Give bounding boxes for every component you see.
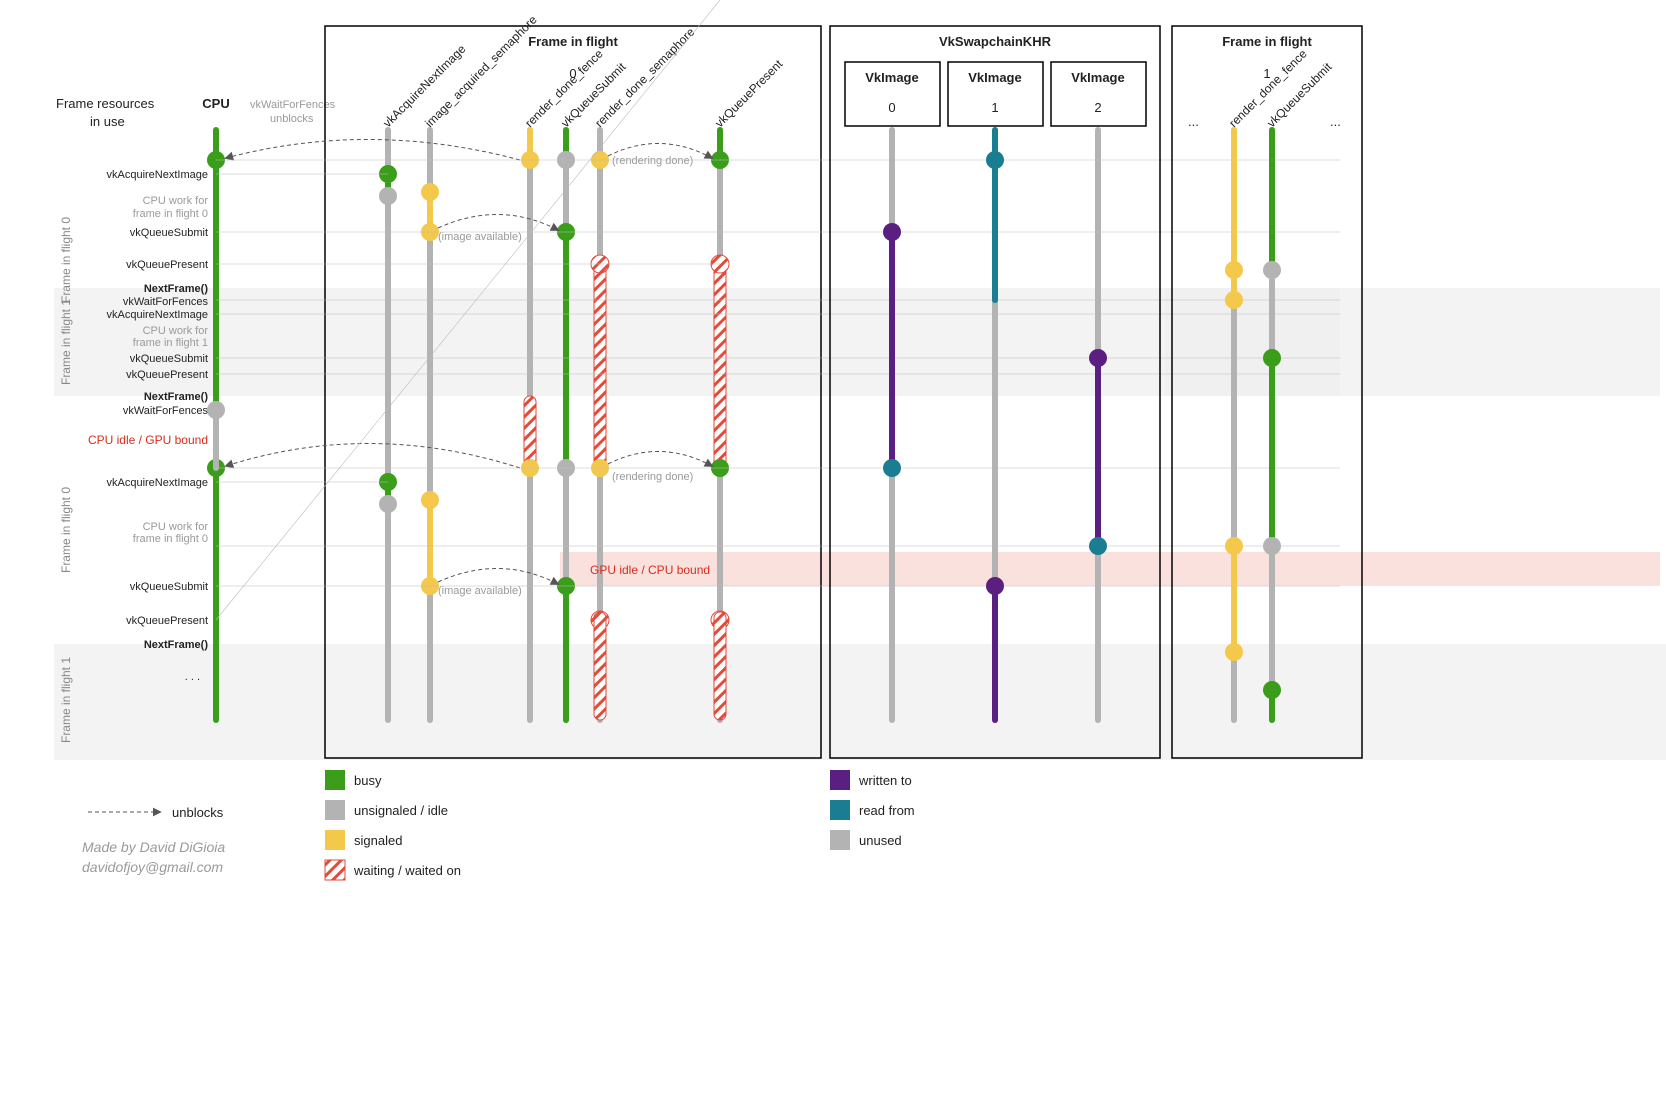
- acq-dot-b2: [379, 495, 397, 513]
- svg-text:busy: busy: [354, 773, 382, 788]
- row-labels: vkAcquireNextImage CPU work for frame in…: [88, 169, 209, 683]
- annot-wait-unblocks-2: unblocks: [270, 113, 314, 125]
- svg-text:unsignaled / idle: unsignaled / idle: [354, 803, 448, 818]
- row-cpu2-b: frame in flight 1: [133, 337, 208, 349]
- row-cpu1-a: CPU work for: [143, 195, 209, 207]
- header-left-1: Frame resources: [56, 96, 155, 111]
- row-wait-b: vkWaitForFences: [123, 296, 209, 308]
- swap-n2: 2: [1094, 100, 1101, 115]
- annot-render-a: (rendering done): [612, 155, 693, 167]
- fif1-submit-end-top: [1263, 261, 1281, 279]
- row-cpu2-c: frame in flight 0: [133, 533, 208, 545]
- svg-text:unused: unused: [859, 833, 902, 848]
- svg-text:read from: read from: [859, 803, 915, 818]
- side-fif1-a: Frame in flight 1: [59, 299, 73, 385]
- row-next-b: NextFrame(): [144, 391, 209, 403]
- row-submit-b: vkQueueSubmit: [130, 353, 208, 365]
- svg-text:signaled: signaled: [354, 833, 402, 848]
- swap-title: VkSwapchainKHR: [939, 34, 1052, 49]
- swap-img1-t: VkImage: [968, 70, 1021, 85]
- row-acq-b: vkAcquireNextImage: [107, 309, 209, 321]
- arrow-fence-cpu-b: [226, 443, 520, 468]
- arrow-imgsem-submit-a: [438, 214, 558, 230]
- fif0-lane-labels: vkAcquireNextImage image_acquired_semaph…: [380, 12, 786, 130]
- row-wait-c: vkWaitForFences: [123, 405, 209, 417]
- svg-text:unblocks: unblocks: [172, 805, 224, 820]
- annot-wait-unblocks-1: vkWaitForFences: [250, 99, 336, 111]
- row-next-c: NextFrame(): [144, 639, 209, 651]
- imgsem-dot-b: [421, 491, 439, 509]
- arrow-rdsem-present-b: [608, 451, 712, 466]
- arrow-fence-cpu-a: [226, 139, 520, 160]
- fif1-fence-dot-a: [1225, 261, 1243, 279]
- row-acq-a: vkAcquireNextImage: [107, 169, 209, 181]
- fif0-title: Frame in flight: [528, 34, 618, 49]
- band-frame1-b: [54, 644, 1666, 760]
- swap2-read-dot: [1089, 537, 1107, 555]
- present-wait-b: [714, 612, 726, 720]
- annot-image-b: (image available): [438, 585, 522, 597]
- annot-cpu-idle: CPU idle / GPU bound: [88, 433, 208, 447]
- swap-n0: 0: [888, 100, 895, 115]
- rdsem-wait-b: [594, 612, 606, 720]
- legend-states: busy unsignaled / idle signaled waiting …: [325, 770, 461, 880]
- fif1-submit-end-a: [1263, 537, 1281, 555]
- row-submit-a: vkQueueSubmit: [130, 227, 208, 239]
- side-fif1-b: Frame in flight 1: [59, 657, 73, 743]
- header-left-2: in use: [90, 114, 125, 129]
- fif1-fence-dot-b: [1225, 537, 1243, 555]
- row-present-c: vkQueuePresent: [126, 615, 208, 627]
- lbl-present: vkQueuePresent: [712, 57, 786, 131]
- fif1-fence-dot-b2: [1225, 643, 1243, 661]
- cpu-header: CPU: [202, 96, 229, 111]
- row-present-a: vkQueuePresent: [126, 259, 208, 271]
- row-dots: . . .: [185, 671, 200, 683]
- row-submit-c: vkQueueSubmit: [130, 581, 208, 593]
- lbl-submit1: vkQueueSubmit: [1264, 59, 1335, 130]
- svg-text:waiting / waited on: waiting / waited on: [353, 863, 461, 878]
- fif1-fence-dot-a2: [1225, 291, 1243, 309]
- legend-swap: written to read from unused: [830, 770, 915, 850]
- annot-render-b: (rendering done): [612, 471, 693, 483]
- rdsem-wait-a: [594, 256, 606, 470]
- fence-wait-a: [524, 396, 536, 468]
- svg-text:written to: written to: [858, 773, 912, 788]
- fif1-dotsR: ...: [1330, 114, 1341, 129]
- credit-1: Made by David DiGioia: [82, 839, 225, 855]
- row-present-b: vkQueuePresent: [126, 369, 208, 381]
- legend-arrow: unblocks: [88, 805, 224, 820]
- annot-gpu-idle: GPU idle / CPU bound: [590, 563, 710, 577]
- row-next-a: NextFrame(): [144, 283, 209, 295]
- diagram-root: Frame resources in use CPU vkWaitForFenc…: [0, 0, 1666, 1098]
- swap-img0-t: VkImage: [865, 70, 918, 85]
- swap1-write-dot: [986, 577, 1004, 595]
- present-wait-a: [714, 256, 726, 470]
- band-frame1-a: [54, 288, 1340, 396]
- annot-image-a: (image available): [438, 231, 522, 243]
- acq-dot-a2: [379, 187, 397, 205]
- row-cpu1-b: CPU work for: [143, 325, 209, 337]
- fif1-submit-start-a: [1263, 349, 1281, 367]
- swap2-write-dot: [1089, 349, 1107, 367]
- band-gpu-idle: [560, 552, 1660, 586]
- fif1-dotsL: ...: [1188, 114, 1199, 129]
- row-cpu1-c: CPU work for: [143, 521, 209, 533]
- arrow-imgsem-submit-b: [438, 568, 558, 584]
- swap1-read-dot: [986, 151, 1004, 169]
- swap0-read-dot: [883, 459, 901, 477]
- side-fif0-a: Frame in flight 0: [59, 217, 73, 303]
- swap-n1: 1: [991, 100, 998, 115]
- swap-img2-t: VkImage: [1071, 70, 1124, 85]
- row-cpu2-a: frame in flight 0: [133, 208, 208, 220]
- fif1-submit-start-b: [1263, 681, 1281, 699]
- row-acq-c: vkAcquireNextImage: [107, 477, 209, 489]
- swap0-write-dot: [883, 223, 901, 241]
- credit-2: davidofjoy@gmail.com: [82, 859, 223, 875]
- side-fif0-b: Frame in flight 0: [59, 487, 73, 573]
- imgsem-dot-a: [421, 183, 439, 201]
